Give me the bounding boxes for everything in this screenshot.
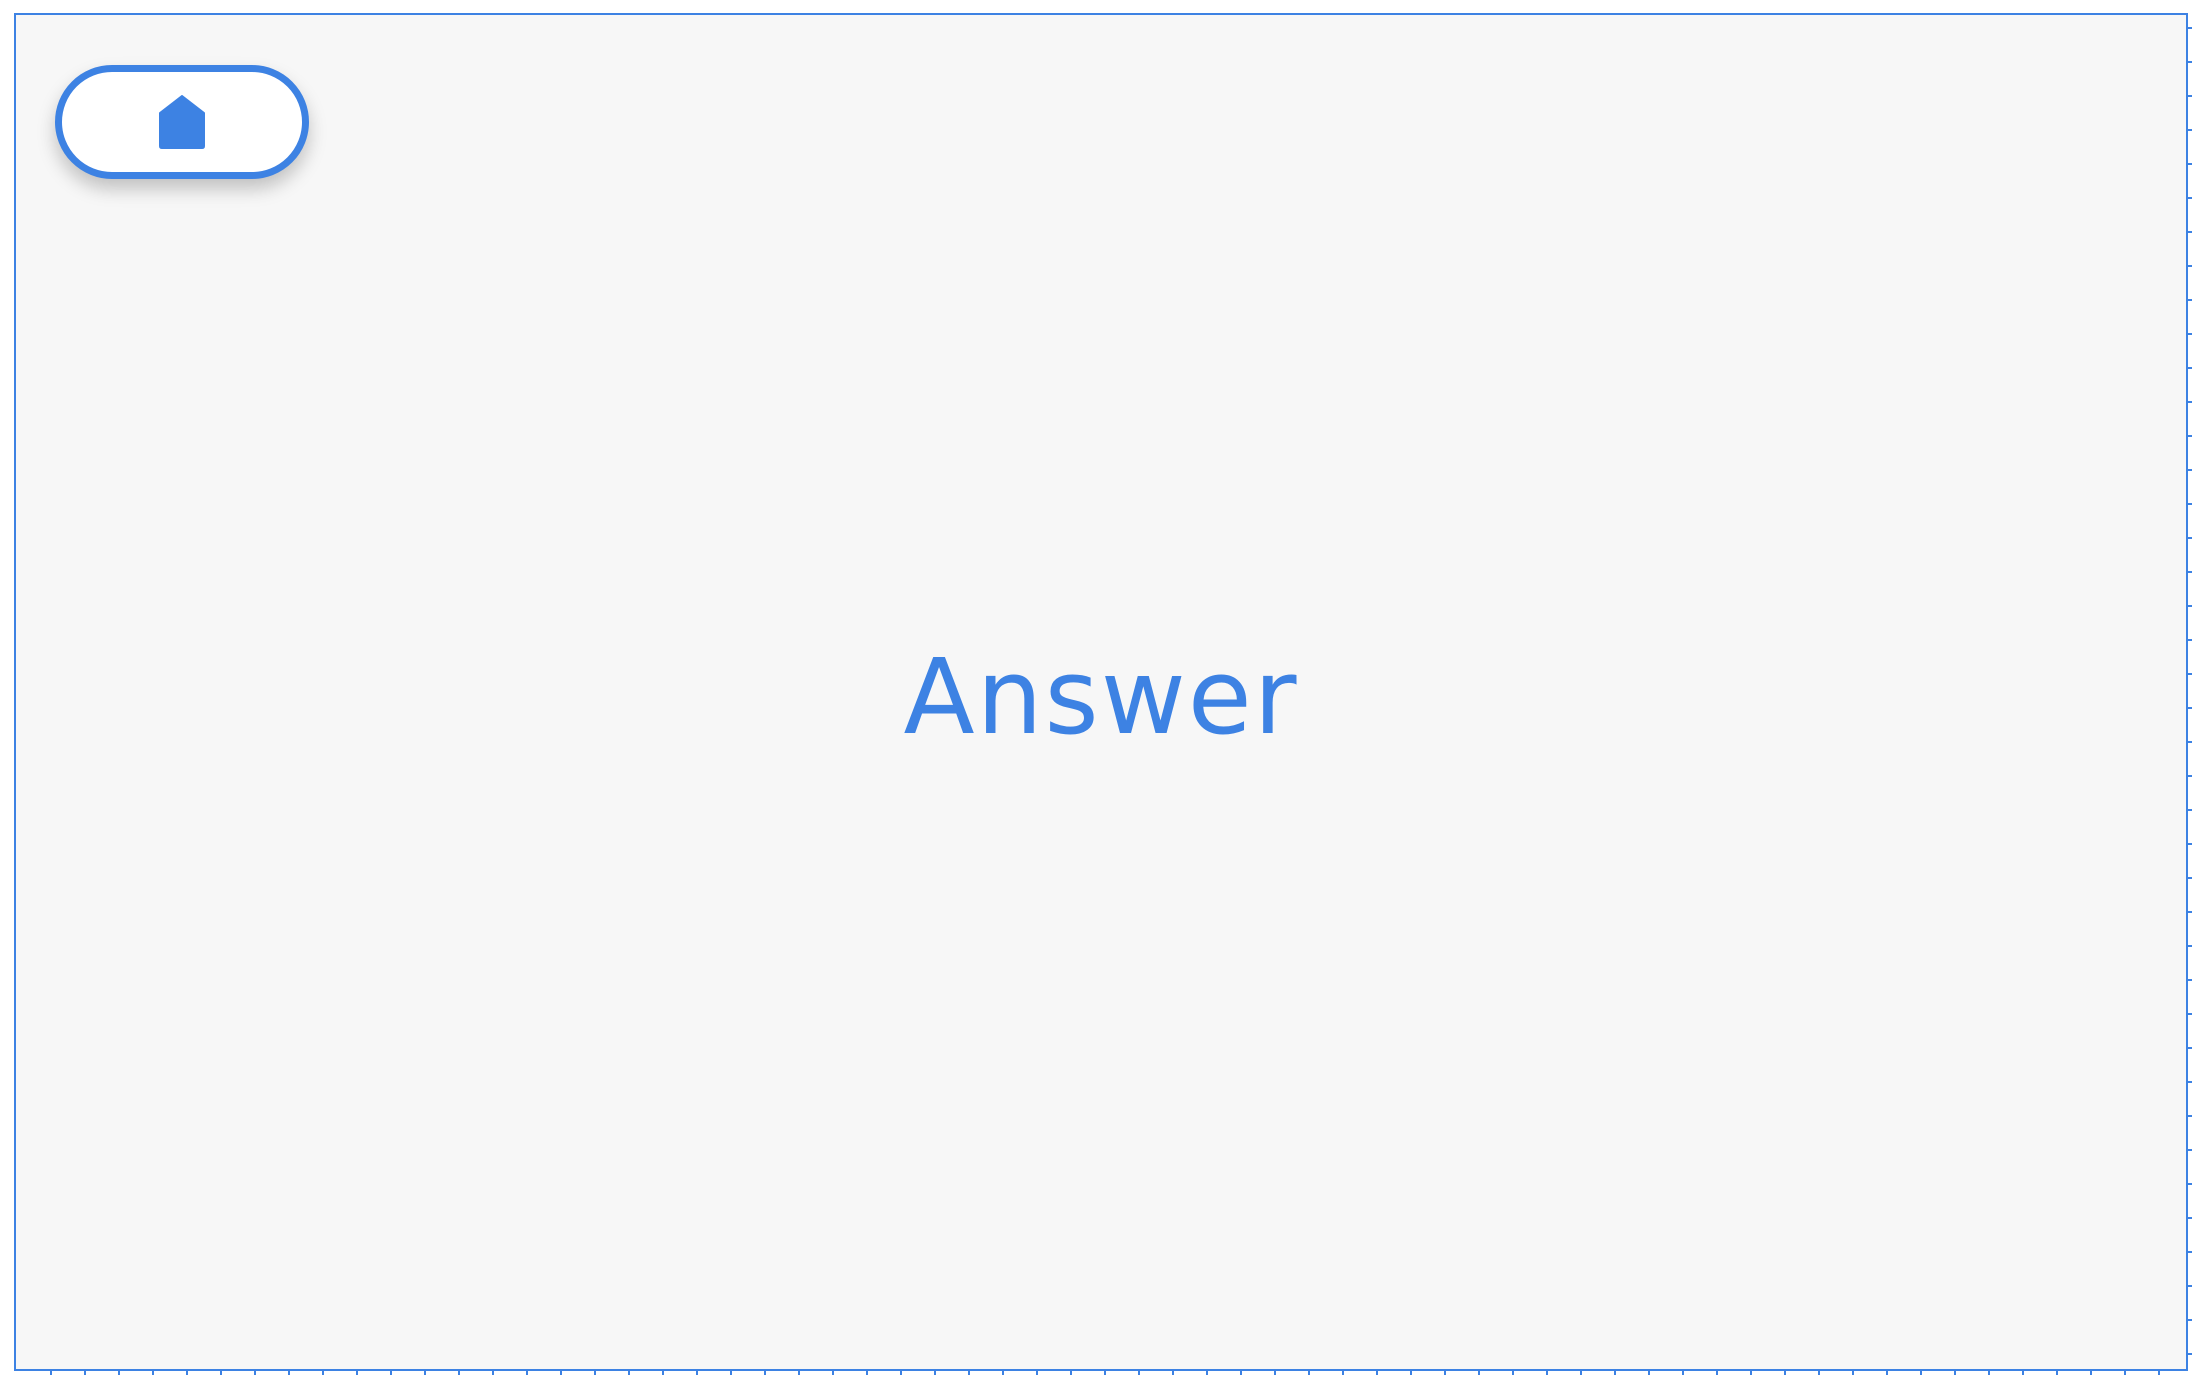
flashcard-panel: Answer — [14, 13, 2192, 1375]
card-answer-text: Answer — [903, 636, 1299, 758]
home-icon — [159, 95, 205, 149]
home-button[interactable] — [55, 65, 309, 179]
bottom-edge-ticks — [50, 1370, 2186, 1375]
right-edge-ticks — [2187, 27, 2192, 1369]
